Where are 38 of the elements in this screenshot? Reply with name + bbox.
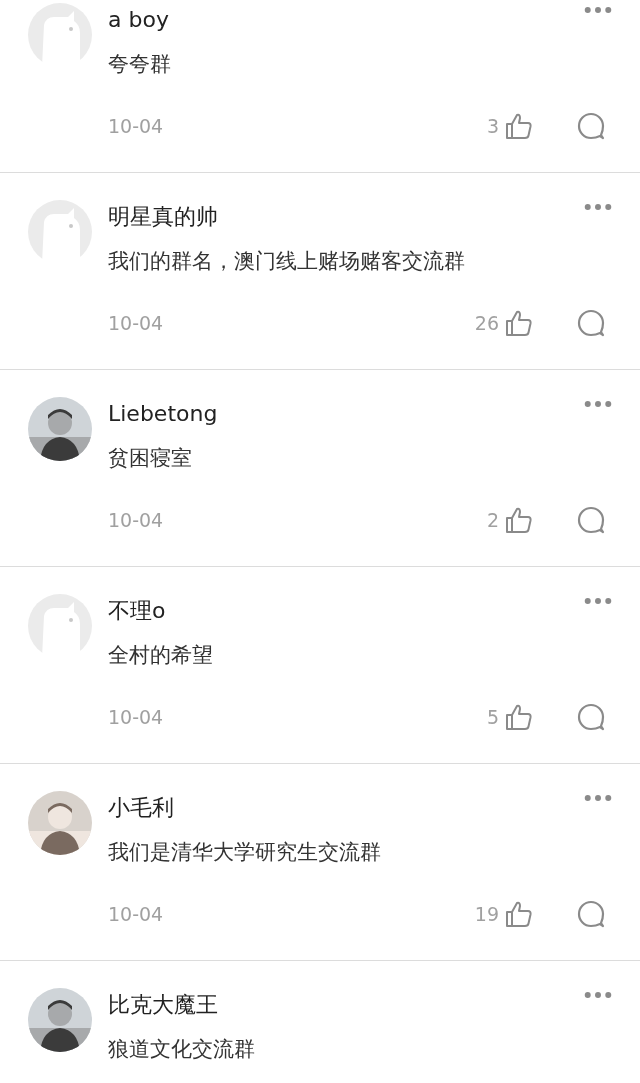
- like-count: 3: [486, 115, 499, 137]
- comment-text: 全村的希望: [108, 642, 214, 669]
- comment-date: 10-04: [108, 508, 164, 533]
- user-name[interactable]: a boy: [108, 6, 169, 34]
- user-name[interactable]: 明星真的帅: [108, 203, 218, 231]
- comment-text: 夸夸群: [108, 51, 172, 78]
- thumbs-up-icon[interactable]: [505, 703, 533, 731]
- comment-icon[interactable]: [577, 900, 605, 928]
- comment-date: 10-04: [108, 114, 164, 139]
- comment-text: 我们是清华大学研究生交流群: [108, 839, 382, 866]
- user-name[interactable]: 不理o: [108, 597, 166, 625]
- more-icon[interactable]: [584, 597, 612, 605]
- user-name[interactable]: 比克大魔王: [108, 991, 218, 1019]
- more-icon[interactable]: [584, 400, 612, 408]
- like-count: 26: [474, 312, 499, 334]
- user-name[interactable]: 小毛利: [108, 794, 174, 822]
- like-count: 5: [486, 706, 499, 728]
- thumbs-up-icon[interactable]: [505, 309, 533, 337]
- comment-icon[interactable]: [577, 703, 605, 731]
- comment-date: 10-04: [108, 311, 164, 336]
- comment-text: 我们的群名，澳门线上赌场赌客交流群: [108, 248, 466, 275]
- thumbs-up-icon[interactable]: [505, 900, 533, 928]
- like-count: 2: [486, 509, 499, 531]
- like-count: 19: [474, 903, 499, 925]
- comment-icon[interactable]: [577, 506, 605, 534]
- comment-text: 狼道文化交流群: [108, 1036, 256, 1063]
- comment-icon[interactable]: [577, 112, 605, 140]
- user-name[interactable]: Liebetong: [108, 400, 218, 428]
- more-icon[interactable]: [584, 991, 612, 999]
- more-icon[interactable]: [584, 203, 612, 211]
- thumbs-up-icon[interactable]: [505, 112, 533, 140]
- comment-date: 10-04: [108, 902, 164, 927]
- more-icon[interactable]: [584, 794, 612, 802]
- comment-text: 贫困寝室: [108, 445, 193, 472]
- thumbs-up-icon[interactable]: [505, 506, 533, 534]
- comment-date: 10-04: [108, 705, 164, 730]
- comment-icon[interactable]: [577, 309, 605, 337]
- more-icon[interactable]: [584, 6, 612, 14]
